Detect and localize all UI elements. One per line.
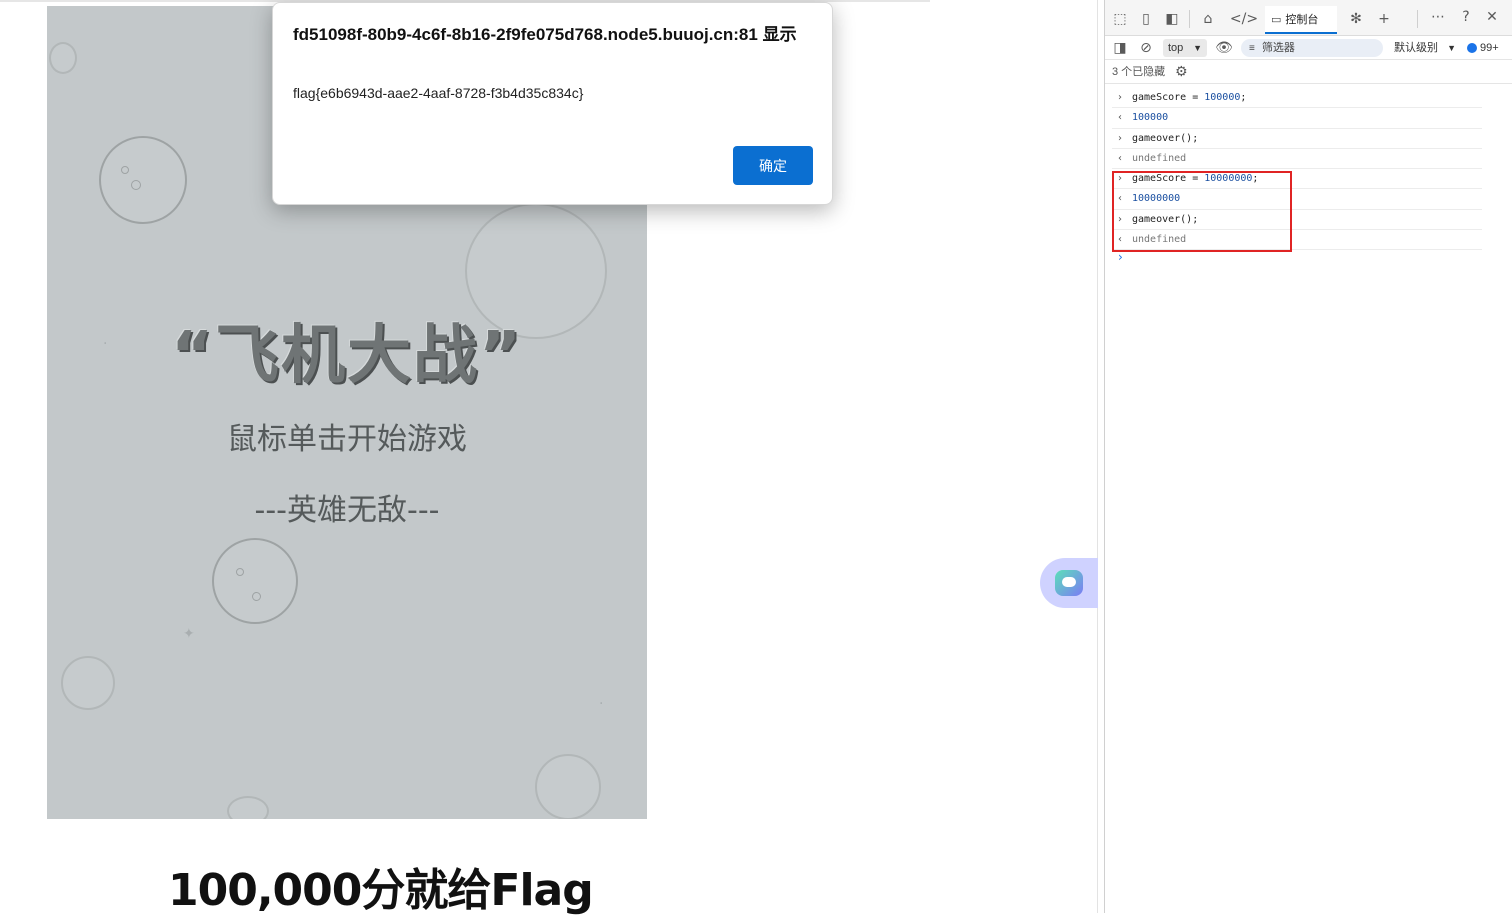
toolbar-divider [1189, 10, 1190, 28]
alert-message: flag{e6b6943d-aae2-4aaf-8728-f3b4d35c834… [293, 85, 584, 101]
console-prompt[interactable]: › [1112, 250, 1512, 270]
return-arrow-icon: ‹ [1118, 112, 1122, 124]
console-toolbar: ◨ ⊘ top ▼ 👁 ≡ 筛选器 默认级别 ▼ 99+ [1105, 36, 1512, 60]
context-select-value: top [1168, 42, 1184, 54]
alert-ok-button[interactable]: 确定 [733, 146, 813, 185]
asteroid-crater [121, 166, 129, 174]
filter-placeholder: 筛选器 [1261, 42, 1295, 54]
asteroid-crater [236, 568, 244, 576]
more-options-icon[interactable]: ⋯ [1427, 6, 1449, 28]
asteroid [49, 42, 77, 74]
console-input-line[interactable]: › gameover(); [1112, 129, 1482, 149]
asteroid [99, 136, 187, 224]
asteroid [212, 538, 298, 624]
inspect-element-icon[interactable]: ⬚ [1109, 8, 1131, 30]
console-line-text: gameScore = [1132, 92, 1205, 103]
hidden-messages-row: 3 个已隐藏 ⚙ [1105, 60, 1512, 84]
add-tab-icon[interactable]: + [1373, 8, 1395, 30]
console-line-text: 100000 [1132, 112, 1169, 124]
devtools-panel: ⬚ ▯ ◧ ⌂ </> ▭ 控制台 ✻ + ⋯ ? ✕ ◨ ⊘ top ▼ 👁 … [1104, 0, 1512, 913]
devtools-tab-bar: ⬚ ▯ ◧ ⌂ </> ▭ 控制台 ✻ + ⋯ ? ✕ [1105, 0, 1512, 36]
asteroid [227, 796, 269, 819]
message-count: 99+ [1480, 42, 1499, 54]
close-devtools-icon[interactable]: ✕ [1481, 6, 1503, 28]
tab-console-label: 控制台 [1285, 14, 1319, 26]
tab-console[interactable]: ▭ 控制台 [1265, 6, 1337, 34]
input-chevron-icon: › [1118, 132, 1122, 144]
filter-icon: ≡ [1249, 43, 1255, 54]
log-level-select[interactable]: 默认级别 ▼ [1394, 39, 1456, 57]
debugger-bug-icon[interactable]: ✻ [1345, 8, 1367, 30]
message-count-badge[interactable]: 99+ [1467, 39, 1499, 57]
asteroid-crater [252, 592, 261, 601]
game-title: “飞机大战” [170, 319, 524, 393]
hidden-messages-text: 3 个已隐藏 [1112, 66, 1166, 78]
asteroid-crater [131, 180, 141, 190]
red-highlight-annotation [1112, 171, 1292, 252]
page-heading: 100,000分就给Flag [168, 865, 594, 916]
assistant-float-button[interactable] [1040, 558, 1098, 608]
console-settings-gear-icon[interactable]: ⚙ [1175, 60, 1188, 84]
console-output-line[interactable]: ‹ 100000 [1112, 108, 1482, 129]
console-line-suffix: ; [1240, 92, 1247, 103]
input-chevron-icon: › [1118, 92, 1122, 103]
log-level-value: 默认级别 [1394, 42, 1438, 54]
alert-title: fd51098f-80b9-4c6f-8b16-2f9fe075d768.nod… [293, 25, 797, 44]
chevron-down-icon: ▼ [1447, 43, 1456, 53]
context-select[interactable]: top ▼ [1163, 39, 1207, 57]
sidebar-toggle-icon[interactable]: ◨ [1109, 37, 1131, 59]
console-output-line[interactable]: ‹ undefined [1112, 149, 1482, 170]
game-motto: ---英雄无敌--- [254, 493, 440, 528]
clear-console-icon[interactable]: ⊘ [1135, 37, 1157, 59]
sparkle-icon: · [599, 696, 604, 712]
alert-dialog: fd51098f-80b9-4c6f-8b16-2f9fe075d768.nod… [272, 2, 833, 205]
console-line-text: undefined [1132, 152, 1187, 164]
assistant-logo-icon [1055, 570, 1083, 596]
device-toolbar-icon[interactable]: ▯ [1135, 8, 1157, 30]
message-bubble-icon [1467, 43, 1477, 53]
return-arrow-icon: ‹ [1118, 152, 1122, 164]
dock-side-icon[interactable]: ◧ [1161, 8, 1183, 30]
live-expression-eye-icon[interactable]: 👁 [1213, 37, 1235, 59]
sparkle-icon: ✦ [183, 626, 195, 642]
console-input-line[interactable]: › gameScore = 100000; [1112, 88, 1482, 109]
toolbar-divider [1417, 10, 1418, 28]
asteroid [535, 754, 601, 819]
chevron-down-icon: ▼ [1193, 43, 1202, 53]
filter-input[interactable]: ≡ 筛选器 [1241, 39, 1383, 57]
help-icon[interactable]: ? [1455, 6, 1477, 28]
elements-tab-icon[interactable]: </> [1230, 8, 1258, 30]
console-number-literal: 100000 [1204, 92, 1241, 103]
console-tab-icon: ▭ [1271, 12, 1282, 26]
asteroid [61, 656, 115, 710]
start-instruction: 鼠标单击开始游戏 [227, 422, 467, 457]
console-line-text: gameover(); [1132, 132, 1199, 144]
welcome-home-icon[interactable]: ⌂ [1197, 8, 1219, 30]
